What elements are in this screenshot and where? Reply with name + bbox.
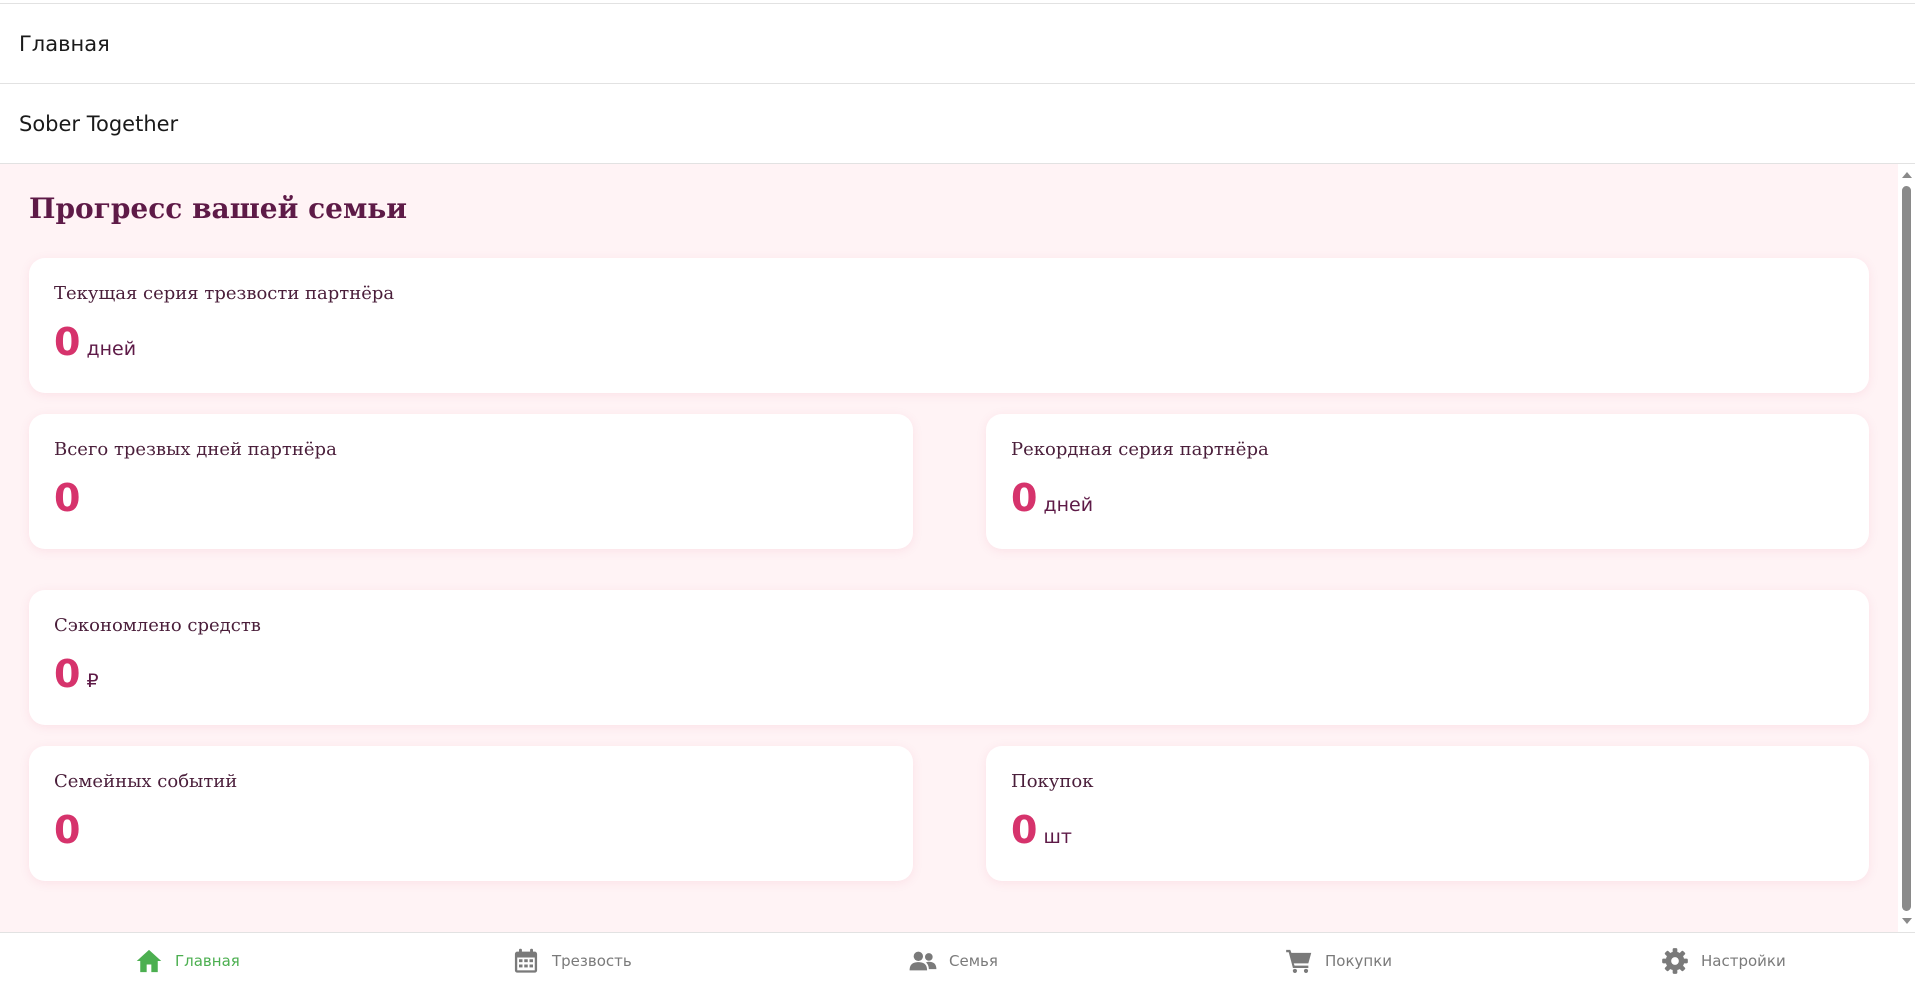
card-number: 0 [54, 808, 81, 852]
page-title-bar: Главная [0, 3, 1915, 83]
page-title: Главная [19, 31, 110, 56]
calendar-icon [514, 948, 538, 973]
card-label: Рекордная серия партнёра [1011, 439, 1269, 460]
main-content[interactable]: Прогресс вашей семьи Текущая серия трезв… [0, 164, 1898, 932]
nav-sobriety[interactable]: Трезвость [512, 945, 632, 977]
card-number: 0 [1011, 808, 1038, 852]
card-label: Семейных событий [54, 771, 238, 792]
nav-label: Семья [949, 952, 998, 970]
card-number: 0 [54, 320, 81, 364]
nav-home[interactable]: Главная [135, 945, 240, 977]
nav-family[interactable]: Семья [909, 945, 998, 977]
card-label: Покупок [1011, 771, 1094, 792]
nav-purchases[interactable]: Покупки [1285, 945, 1392, 977]
card-value: 0 шт [1011, 808, 1072, 852]
card-label: Всего трезвых дней партнёра [54, 439, 337, 460]
nav-label: Настройки [1701, 952, 1786, 970]
nav-label: Покупки [1325, 952, 1393, 970]
users-icon [909, 951, 937, 971]
card-unit: дней [1043, 494, 1094, 516]
card-value: 0 [54, 808, 86, 852]
purchases-card: Покупок 0 шт [986, 746, 1869, 881]
scroll-up-arrow-icon[interactable] [1902, 172, 1912, 178]
section-heading: Прогресс вашей семьи [29, 192, 408, 225]
top-header: Главная Sober Together [0, 0, 1915, 164]
app-title-bar: Sober Together [0, 83, 1915, 164]
bottom-navigation: Главная Трезвость Семья Покупки Настройк… [0, 932, 1915, 990]
family-events-card: Семейных событий 0 [29, 746, 913, 881]
card-unit: шт [1043, 826, 1072, 848]
card-value: 0 дней [54, 320, 136, 364]
scroll-down-arrow-icon[interactable] [1902, 918, 1912, 924]
vertical-scrollbar[interactable] [1898, 164, 1915, 932]
card-number: 0 [54, 476, 81, 520]
card-label: Сэкономлено средств [54, 615, 261, 636]
card-value: 0 ₽ [54, 652, 99, 696]
card-number: 0 [1011, 476, 1038, 520]
card-unit: дней [86, 338, 137, 360]
currency-unit: ₽ [86, 670, 99, 692]
card-label: Текущая серия трезвости партнёра [54, 283, 395, 304]
total-sober-days-card: Всего трезвых дней партнёра 0 [29, 414, 913, 549]
scroll-thumb[interactable] [1902, 186, 1911, 911]
card-number: 0 [54, 652, 81, 696]
nav-settings[interactable]: Настройки [1661, 945, 1786, 977]
app-title: Sober Together [19, 111, 179, 136]
nav-label: Трезвость [552, 952, 632, 970]
card-value: 0 дней [1011, 476, 1093, 520]
record-streak-card: Рекордная серия партнёра 0 дней [986, 414, 1869, 549]
nav-label: Главная [175, 952, 240, 970]
home-icon [136, 949, 162, 973]
cart-icon [1286, 949, 1312, 974]
money-saved-card: Сэкономлено средств 0 ₽ [29, 590, 1869, 725]
current-streak-card: Текущая серия трезвости партнёра 0 дней [29, 258, 1869, 393]
gear-icon [1662, 948, 1688, 974]
card-value: 0 [54, 476, 86, 520]
